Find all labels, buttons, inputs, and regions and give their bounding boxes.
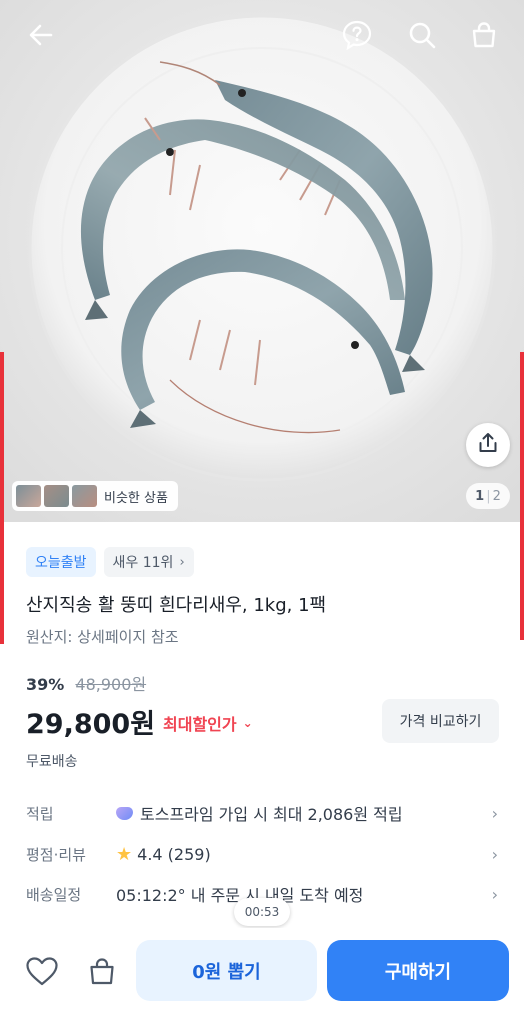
pager-separator: | [486,488,491,504]
discount-row: 39% 48,900원 [26,671,146,695]
back-arrow-icon [27,21,55,49]
add-to-cart-button[interactable] [82,953,122,993]
cart-icon [469,20,499,50]
compare-price-button[interactable]: 가격 비교하기 [382,699,499,743]
coupon-draw-button[interactable]: 0원 뽑기 [136,940,317,1001]
chevron-down-icon: ⌄ [242,716,253,730]
similar-thumb [72,485,97,507]
heart-icon [25,956,59,990]
gem-icon [116,806,133,820]
image-pager: 1 | 2 [466,483,510,509]
bottom-action-bar: 0원 뽑기 구매하기 [0,928,524,1024]
back-button[interactable] [24,18,58,52]
chevron-right-icon: › [179,554,185,570]
wishlist-button[interactable] [22,953,62,993]
share-button[interactable] [466,423,510,467]
similar-products-button[interactable]: 비슷한 상품 [12,481,178,511]
shipping-info: 무료배송 [26,754,78,770]
points-row[interactable]: 적립 토스프라임 가입 시 최대 2,086원 적립 › [26,798,498,828]
pager-current: 1 [475,488,485,504]
buy-button[interactable]: 구매하기 [327,940,509,1001]
badge-row: 오늘출발 새우 11위 › [26,547,194,577]
rating-row[interactable]: 평점·리뷰 ★ 4.4 (259) › [26,839,498,869]
floating-timer[interactable]: 00:53 [234,898,290,926]
today-ship-badge: 오늘출발 [26,547,96,577]
help-icon [341,19,373,51]
star-icon: ★ [116,843,133,865]
shrimp-photo [0,0,524,522]
left-edge-marker [0,352,4,644]
help-button[interactable] [340,18,374,52]
cart-button[interactable] [467,18,501,52]
delivery-value-wrap: 05:12:2° 내 주문 시 내일 도착 예정 [116,882,484,906]
product-image[interactable]: 1 | 2 비슷한 상품 [0,0,524,522]
category-rank-label: 새우 11위 [112,555,174,571]
discount-percent: 39% [26,675,65,694]
search-icon [407,20,437,50]
delivery-label: 배송일정 [26,885,82,904]
category-rank-badge[interactable]: 새우 11위 › [103,547,194,577]
product-origin: 원산지: 상세페이지 참조 [26,628,179,646]
chevron-right-icon: › [491,884,498,904]
similar-products-label: 비슷한 상품 [104,490,168,506]
points-value: 토스프라임 가입 시 최대 2,086원 적립 [140,805,403,824]
sale-price: 29,800원 [26,709,156,740]
share-icon [477,432,499,458]
similar-thumb [44,485,69,507]
points-value-wrap: 토스프라임 가입 시 최대 2,086원 적립 [116,801,484,825]
chevron-right-icon: › [491,844,498,864]
max-discount-toggle[interactable]: 최대할인가 ⌄ [163,711,253,735]
similar-thumb [16,485,41,507]
chevron-right-icon: › [491,803,498,823]
max-discount-label: 최대할인가 [163,715,237,734]
right-edge-marker [520,352,524,640]
pager-total: 2 [492,488,501,504]
rating-label: 평점·리뷰 [26,845,86,864]
points-label: 적립 [26,804,54,823]
shopping-bag-icon [87,956,117,990]
rating-value: 4.4 (259) [137,844,211,864]
product-title: 산지직송 활 뚱띠 흰다리새우, 1kg, 1팩 [26,595,327,616]
original-price: 48,900원 [75,675,147,694]
rating-value-wrap: ★ 4.4 (259) [116,844,484,865]
search-button[interactable] [405,18,439,52]
